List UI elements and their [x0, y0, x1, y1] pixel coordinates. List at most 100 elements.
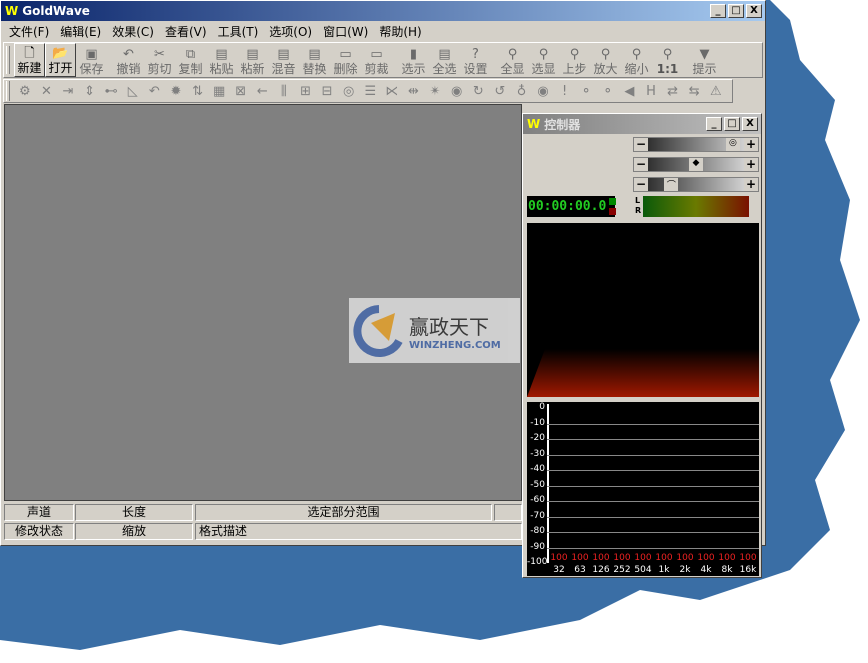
toolbar-button-hint-dropdown[interactable]: ▼ 提示	[689, 43, 720, 77]
eq-band-slider[interactable]: 100	[675, 553, 695, 563]
effect-tool-icon[interactable]: ←	[252, 84, 274, 99]
toolbar-button-replace[interactable]: ▤ 替换	[299, 43, 330, 77]
controller-logo-icon: W	[527, 117, 541, 131]
speed-slider[interactable]: − ⌒ +	[633, 177, 759, 192]
toolbar-button-settings[interactable]: ? 设置	[460, 43, 491, 77]
effect-tool-icon[interactable]: ◀	[619, 84, 641, 99]
balance-increase-button[interactable]: +	[744, 158, 758, 171]
spectrum-display[interactable]	[527, 223, 759, 397]
balance-decrease-button[interactable]: −	[634, 158, 648, 171]
toolbar-button-mix[interactable]: ▤ 混音	[268, 43, 299, 77]
effect-tool-icon[interactable]: ☰	[360, 84, 382, 99]
toolbar-button-trim[interactable]: ▭ 剪裁	[361, 43, 392, 77]
speed-decrease-button[interactable]: −	[634, 178, 648, 191]
effect-tool-icon[interactable]: ↺	[489, 84, 511, 99]
volume-slider[interactable]: − ◎ +	[633, 137, 759, 152]
effect-tool-icon[interactable]: ⇹	[403, 84, 425, 99]
menu-item[interactable]: 工具(T)	[214, 23, 266, 40]
effect-tool-icon[interactable]: ✹	[165, 84, 187, 99]
effect-tool-icon[interactable]: ⚙	[14, 84, 36, 99]
toolbar-button-undo[interactable]: ↶ 撤销	[113, 43, 144, 77]
toolbar-button-zoom-1to1[interactable]: ⚲ 1:1	[652, 43, 683, 77]
menu-item[interactable]: 文件(F)	[5, 23, 56, 40]
balance-thumb[interactable]: ◆	[689, 158, 703, 171]
effect-tool-icon[interactable]: ✴	[424, 84, 446, 99]
effect-tool-icon[interactable]: ⚬	[597, 84, 619, 99]
eq-band-slider[interactable]: 100	[612, 553, 632, 563]
eq-band-slider[interactable]: 100	[549, 553, 569, 563]
toolbar-button-copy[interactable]: ⧉ 复制	[175, 43, 206, 77]
eq-band-slider[interactable]: 100	[570, 553, 590, 563]
eq-y-tick: -100	[527, 557, 548, 567]
effect-tool-icon[interactable]: ▦	[208, 84, 230, 99]
eq-band-slider[interactable]: 100	[591, 553, 611, 563]
toolbar-grip[interactable]	[6, 46, 10, 74]
menu-item[interactable]: 窗口(W)	[319, 23, 375, 40]
eq-band-slider[interactable]: 100	[738, 553, 758, 563]
menu-item[interactable]: 编辑(E)	[56, 23, 108, 40]
effect-tool-icon[interactable]: ⊷	[100, 84, 122, 99]
effect-tool-icon[interactable]: ⊟	[316, 84, 338, 99]
speed-increase-button[interactable]: +	[744, 178, 758, 191]
toolbar-button-new-file[interactable]: 🗋 新建	[14, 43, 45, 77]
eq-band-slider[interactable]: 100	[696, 553, 716, 563]
toolbar-button-save[interactable]: ▣ 保存	[76, 43, 107, 77]
toolbar-button-paste-new[interactable]: ▤ 粘新	[237, 43, 268, 77]
effect-tool-icon[interactable]: ⇅	[187, 84, 209, 99]
effect-tool-icon[interactable]: ↶	[144, 84, 166, 99]
effect-tool-icon[interactable]: ⊞	[295, 84, 317, 99]
toolbar-button-delete[interactable]: ▭ 删除	[330, 43, 361, 77]
effect-tool-icon[interactable]: ◺	[122, 84, 144, 99]
toolbar-button-cut[interactable]: ✂ 剪切	[144, 43, 175, 77]
menu-item[interactable]: 选项(O)	[265, 23, 319, 40]
menu-item[interactable]: 帮助(H)	[375, 23, 428, 40]
toolbar-button-zoom-selection[interactable]: ⚲ 选显	[528, 43, 559, 77]
effect-tool-icon[interactable]: H	[640, 84, 662, 99]
close-button[interactable]: X	[746, 4, 762, 18]
effect-tool-icon[interactable]: ◉	[532, 84, 554, 99]
controller-maximize-button[interactable]: □	[724, 117, 740, 131]
controller-minimize-button[interactable]: _	[706, 117, 722, 131]
menu-item[interactable]: 查看(V)	[161, 23, 214, 40]
effect-tool-icon[interactable]: ⚬	[575, 84, 597, 99]
maximize-button[interactable]: □	[728, 4, 744, 18]
balance-track[interactable]: ◆	[648, 158, 744, 171]
speed-thumb[interactable]: ⌒	[664, 178, 679, 191]
volume-thumb[interactable]: ◎	[725, 138, 740, 151]
volume-decrease-button[interactable]: −	[634, 138, 648, 151]
toolbar-button-zoom-previous[interactable]: ⚲ 上步	[559, 43, 590, 77]
toolbar-button-paste[interactable]: ▤ 粘贴	[206, 43, 237, 77]
controller-close-button[interactable]: X	[742, 117, 758, 131]
effect-tool-icon[interactable]: ◉	[446, 84, 468, 99]
effect-tool-icon[interactable]: ⊠	[230, 84, 252, 99]
toolbar-button-select-view[interactable]: ▮ 选示	[398, 43, 429, 77]
eq-band-slider[interactable]: 100	[633, 553, 653, 563]
effect-tool-icon[interactable]: ⇄	[662, 84, 684, 99]
effect-tool-icon[interactable]: ✕	[36, 84, 58, 99]
balance-slider[interactable]: − ◆ +	[633, 157, 759, 172]
effect-tool-icon[interactable]: ⇕	[79, 84, 101, 99]
effect-tool-icon[interactable]: ↻	[467, 84, 489, 99]
toolbar-button-zoom-in[interactable]: ⚲ 放大	[590, 43, 621, 77]
effect-tool-icon[interactable]: ⫼	[273, 84, 295, 99]
toolbar-grip[interactable]	[6, 81, 10, 101]
effect-tool-icon[interactable]: ⋉	[381, 84, 403, 99]
menu-item[interactable]: 效果(C)	[108, 23, 161, 40]
speed-track[interactable]: ⌒	[648, 178, 744, 191]
effect-tool-icon[interactable]: ⇥	[57, 84, 79, 99]
eq-band-slider[interactable]: 100	[654, 553, 674, 563]
toolbar-button-open-folder[interactable]: 📂 打开	[45, 43, 76, 77]
volume-track[interactable]: ◎	[648, 138, 744, 151]
toolbar-button-select-all[interactable]: ▤ 全选	[429, 43, 460, 77]
effect-tool-icon[interactable]: ⚠	[705, 84, 727, 99]
toolbar-button-zoom-all[interactable]: ⚲ 全显	[497, 43, 528, 77]
minimize-button[interactable]: _	[710, 4, 726, 18]
equalizer-graph[interactable]: 0 -10 -20 -30 -40 -50 -60 -70 -80 -90 -100 32 100 63 1…	[527, 402, 759, 576]
effect-tool-icon[interactable]: ⇆	[683, 84, 705, 99]
toolbar-button-zoom-out[interactable]: ⚲ 缩小	[621, 43, 652, 77]
effect-tool-icon[interactable]: ♁	[511, 84, 533, 99]
effect-tool-icon[interactable]: !	[554, 84, 576, 99]
volume-increase-button[interactable]: +	[744, 138, 758, 151]
effect-tool-icon[interactable]: ◎	[338, 84, 360, 99]
eq-band-slider[interactable]: 100	[717, 553, 737, 563]
